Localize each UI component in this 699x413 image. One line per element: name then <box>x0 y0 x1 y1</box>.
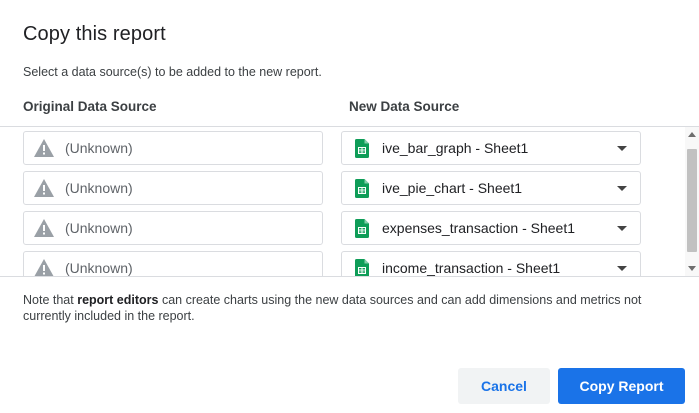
google-sheets-icon <box>355 179 369 198</box>
original-source-field: (Unknown) <box>23 251 323 276</box>
list-scrollbar[interactable] <box>685 127 699 276</box>
new-source-select[interactable]: income_transaction - Sheet1 <box>341 251 641 276</box>
caret-down-icon <box>617 266 627 271</box>
original-source-field: (Unknown) <box>23 211 323 245</box>
original-source-label: (Unknown) <box>65 180 133 196</box>
original-source-label: (Unknown) <box>65 140 133 156</box>
new-source-select[interactable]: expenses_transaction - Sheet1 <box>341 211 641 245</box>
data-source-row: (Unknown) ive_bar_graph - Sheet1 <box>0 131 684 167</box>
original-source-field: (Unknown) <box>23 171 323 205</box>
google-sheets-icon <box>355 259 369 276</box>
data-source-row: (Unknown) ive_pie_chart - Sheet1 <box>0 171 684 207</box>
permissions-note: Note that report editors can create char… <box>23 292 673 324</box>
scroll-down-arrow-icon[interactable] <box>688 266 696 271</box>
caret-down-icon <box>617 226 627 231</box>
dialog-subtitle: Select a data source(s) to be added to t… <box>23 65 322 79</box>
data-source-row: (Unknown) expenses_transaction - Sheet1 <box>0 211 684 247</box>
google-sheets-icon <box>355 139 369 158</box>
warning-icon <box>34 219 54 237</box>
original-source-label: (Unknown) <box>65 260 133 276</box>
data-source-row: (Unknown) income_transaction - Sheet1 <box>0 251 684 276</box>
google-sheets-icon <box>355 219 369 238</box>
new-source-value: ive_pie_chart - Sheet1 <box>382 180 523 196</box>
new-source-header: New Data Source <box>349 99 460 114</box>
caret-down-icon <box>617 146 627 151</box>
new-source-value: expenses_transaction - Sheet1 <box>382 220 576 236</box>
original-source-header: Original Data Source <box>23 99 157 114</box>
new-source-select[interactable]: ive_pie_chart - Sheet1 <box>341 171 641 205</box>
warning-icon <box>34 259 54 276</box>
new-source-value: income_transaction - Sheet1 <box>382 260 561 276</box>
cancel-button[interactable]: Cancel <box>458 368 550 404</box>
original-source-label: (Unknown) <box>65 220 133 236</box>
caret-down-icon <box>617 186 627 191</box>
note-prefix: Note that <box>23 293 78 307</box>
scroll-thumb[interactable] <box>687 149 697 252</box>
warning-icon <box>34 139 54 157</box>
new-source-select[interactable]: ive_bar_graph - Sheet1 <box>341 131 641 165</box>
original-source-field: (Unknown) <box>23 131 323 165</box>
warning-icon <box>34 179 54 197</box>
data-source-list: (Unknown) ive_bar_graph - Sheet1 (Unknow… <box>0 126 699 277</box>
new-source-value: ive_bar_graph - Sheet1 <box>382 140 529 156</box>
copy-report-button[interactable]: Copy Report <box>558 368 685 404</box>
note-bold: report editors <box>77 293 159 307</box>
dialog-title: Copy this report <box>23 23 166 45</box>
copy-report-dialog: Copy this report Select a data source(s)… <box>0 0 699 413</box>
scroll-up-arrow-icon[interactable] <box>688 132 696 137</box>
